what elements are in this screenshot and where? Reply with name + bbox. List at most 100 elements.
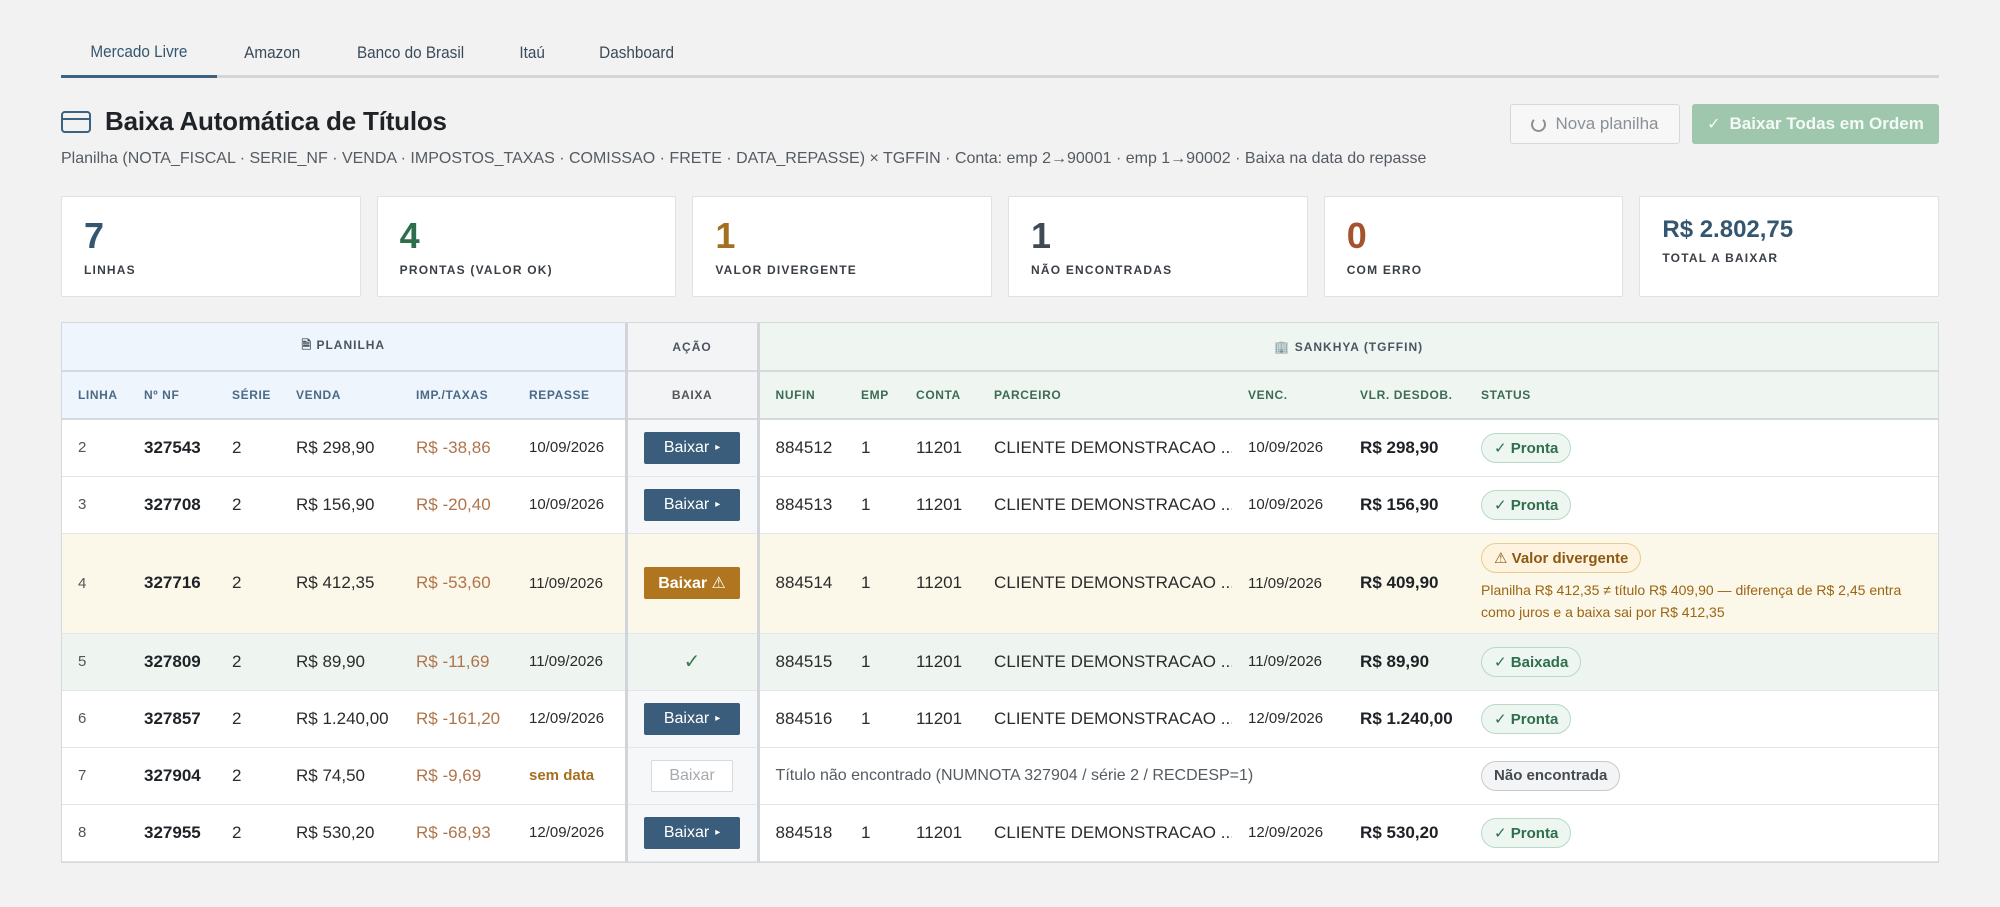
group-acao: AÇÃO <box>624 323 760 372</box>
done-check-icon: ✓ <box>683 651 701 673</box>
cell-status: ✓ Pronta <box>1465 690 1938 748</box>
tab-label: Mercado Livre <box>90 41 188 61</box>
col-emp: EMP <box>845 371 901 420</box>
cell-conta: 11201 <box>900 633 979 691</box>
stat-card: 7 LINHAS <box>61 196 361 297</box>
cell-venc: 10/09/2026 <box>1232 419 1345 477</box>
tab-label: Amazon <box>243 43 300 62</box>
building-icon: 🏢 <box>1274 339 1291 354</box>
stat-card: 1 NÃO ENCONTRADAS <box>1008 196 1308 297</box>
cell-conta: 11201 <box>900 804 979 862</box>
cell-linha: 3 <box>62 476 128 534</box>
baixar-row-button[interactable]: Baixar ▸ <box>644 488 741 521</box>
cell-acao: ✓ <box>624 633 760 691</box>
cell-repasse: sem data <box>513 747 627 805</box>
group-sankhya: 🏢 SANKHYA (TGFFIN) <box>758 323 1938 372</box>
status-badge: Não encontrada <box>1481 760 1621 791</box>
baixar-row-button: Baixar <box>651 759 734 792</box>
cell-acao: Baixar ▸ <box>624 419 760 477</box>
cell-linha: 7 <box>62 747 128 805</box>
col-linha: LINHA <box>62 371 128 420</box>
status-badge: ✓ Pronta <box>1481 489 1572 520</box>
stat-card: 4 PRONTAS (VALOR OK) <box>376 196 677 297</box>
cell-conta: 11201 <box>900 476 979 534</box>
table-row: 4 327716 2 R$ 412,35 R$ -53,60 11/09/2026 Baix… <box>62 533 1938 634</box>
cell-status: ⚠ Valor divergente Planilha R$ 412,35 ≠ t… <box>1465 533 1938 634</box>
status-badge: ✓ Pronta <box>1481 817 1572 848</box>
cell-repasse: 12/09/2026 <box>513 804 627 862</box>
cell-nufin: 884514 <box>758 533 846 634</box>
cell-repasse: 10/09/2026 <box>513 476 627 534</box>
credit-card-icon <box>61 110 91 133</box>
nova-planilha-button[interactable]: Nova planilha <box>1510 104 1680 144</box>
cell-missing: Título não encontrado (NUMNOTA 327904 / … <box>758 747 1466 805</box>
cell-serie: 2 <box>216 633 280 691</box>
table-row: 7 327904 2 R$ 74,50 R$ -9,69 sem data Baixar Tí… <box>62 747 1938 805</box>
cell-emp: 1 <box>845 533 901 634</box>
page-title: Baixa Automática de Títulos <box>105 106 447 136</box>
cell-parceiro: CLIENTE DEMONSTRACAO ... <box>978 690 1233 748</box>
status-badge: ✓ Pronta <box>1481 432 1572 463</box>
stat-label: LINHAS <box>84 263 136 277</box>
cell-parceiro: CLIENTE DEMONSTRACAO ... <box>978 533 1233 634</box>
baixar-row-button[interactable]: Baixar ▸ <box>644 431 741 464</box>
baixar-row-button[interactable]: Baixar ⚠ <box>644 567 741 599</box>
cell-linha: 4 <box>62 533 128 634</box>
stat-value: 0 <box>1346 215 1367 256</box>
status-badge: ✓ Baixada <box>1481 646 1582 677</box>
baixar-todas-button[interactable]: ✓ Baixar Todas em Ordem <box>1692 104 1939 144</box>
cell-imp: R$ -9,69 <box>400 747 513 805</box>
cell-serie: 2 <box>216 419 280 477</box>
tab-0[interactable]: Mercado Livre <box>61 28 217 78</box>
cell-conta: 11201 <box>900 419 979 477</box>
table-row: 3 327708 2 R$ 156,90 R$ -20,40 10/09/2026 Baix… <box>62 476 1938 534</box>
cell-venda: R$ 298,90 <box>280 419 400 477</box>
cell-repasse: 12/09/2026 <box>513 690 627 748</box>
col-baixa: BAIXA <box>624 371 760 420</box>
cell-vlr: R$ 156,90 <box>1344 476 1466 534</box>
cell-acao: Baixar ▸ <box>624 476 760 534</box>
cell-status: ✓ Pronta <box>1465 476 1938 534</box>
stats-summary: 7 LINHAS 4 PRONTAS (VALOR OK) 1 VALOR DIVERGE… <box>61 196 1940 297</box>
cell-venc: 10/09/2026 <box>1232 476 1345 534</box>
cell-venc: 11/09/2026 <box>1232 633 1345 691</box>
cell-vlr: R$ 89,90 <box>1344 633 1466 691</box>
baixar-row-button[interactable]: Baixar ▸ <box>644 816 741 849</box>
cell-nufin: 884516 <box>758 690 846 748</box>
stat-value: 1 <box>715 215 736 256</box>
cell-serie: 2 <box>216 533 280 634</box>
page-header: Baixa Automática de Títulos <box>61 106 447 137</box>
col-conta: CONTA <box>900 371 979 420</box>
cell-emp: 1 <box>845 476 901 534</box>
tab-label: Dashboard <box>598 43 674 62</box>
col-nf: Nº NF <box>128 371 216 420</box>
baixar-label: Baixar <box>663 823 710 841</box>
cell-nufin: 884518 <box>758 804 846 862</box>
divergence-message: Planilha R$ 412,35 ≠ título R$ 409,90 — … <box>1481 582 1902 620</box>
tab-1[interactable]: Amazon <box>217 28 327 78</box>
cell-parceiro: CLIENTE DEMONSTRACAO ... <box>978 633 1233 691</box>
tab-2[interactable]: Banco do Brasil <box>327 28 494 78</box>
nova-planilha-label: Nova planilha <box>1555 114 1659 133</box>
play-icon: ▸ <box>715 827 721 838</box>
col-serie: SÉRIE <box>216 371 280 420</box>
cell-vlr: R$ 530,20 <box>1344 804 1466 862</box>
cell-venda: R$ 74,50 <box>280 747 400 805</box>
cell-vlr: R$ 298,90 <box>1344 419 1466 477</box>
tab-4[interactable]: Dashboard <box>571 28 702 78</box>
baixar-row-button[interactable]: Baixar ▸ <box>644 702 741 735</box>
cell-emp: 1 <box>845 690 901 748</box>
cell-serie: 2 <box>216 804 280 862</box>
baixar-label: Baixar ⚠ <box>658 575 726 592</box>
cell-serie: 2 <box>216 747 280 805</box>
table-row: 2 327543 2 R$ 298,90 R$ -38,86 10/09/2026 Baix… <box>62 419 1938 477</box>
stat-value: R$ 2.802,75 <box>1662 216 1794 243</box>
cell-linha: 6 <box>62 690 128 748</box>
col-status: STATUS <box>1465 371 1938 420</box>
cell-venda: R$ 412,35 <box>280 533 400 634</box>
col-imp: IMP./TAXAS <box>400 371 513 420</box>
tab-3[interactable]: Itaú <box>494 28 570 78</box>
cell-nf: 327955 <box>128 804 216 862</box>
stat-label: VALOR DIVERGENTE <box>715 263 857 277</box>
cell-nf: 327904 <box>128 747 216 805</box>
